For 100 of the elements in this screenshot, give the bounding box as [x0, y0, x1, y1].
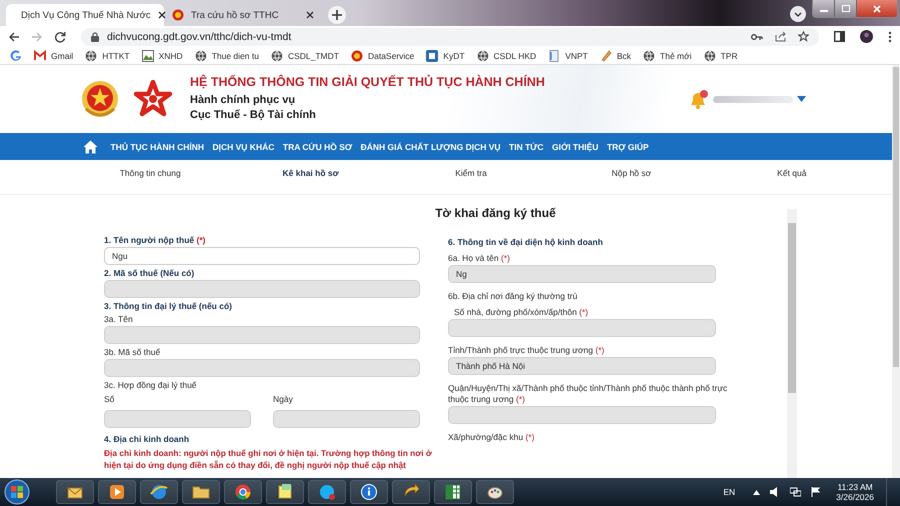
nav-link[interactable]: GIỚI THIỆU	[552, 142, 598, 152]
play-icon[interactable]	[107, 482, 127, 502]
flag-icon[interactable]	[811, 487, 820, 497]
bookmark[interactable]: Thue dien tu	[194, 50, 259, 62]
nav-link[interactable]: TRỢ GIÚP	[606, 142, 649, 152]
chevron-icon[interactable]	[790, 6, 806, 22]
globe-icon	[85, 50, 98, 62]
section-heading: 4. Địa chỉ kinh doanh	[104, 434, 190, 445]
info-icon[interactable]	[359, 482, 379, 502]
form-title: Tờ khai đăng ký thuế	[434, 206, 557, 220]
input-field: Thành phố Hà Nội	[448, 357, 716, 375]
site-title: HỆ THỐNG THÔNG TIN GIẢI QUYẾT THỦ TỤC HÀNH CHÍNH	[190, 75, 546, 89]
step-tab[interactable]: Nộp hồ sơ	[551, 168, 712, 178]
field-label: Xã/phường/đặc khu (*)	[448, 432, 536, 443]
bookmark[interactable]: Bck	[600, 50, 632, 62]
language-indicator[interactable]: EN	[723, 487, 736, 497]
browser-tab[interactable]: Dịch Vụ Công Thuế Nhà Nước	[6, 4, 164, 26]
address-field[interactable]: dichvucong.gdt.gov.vn/tthc/dich-vu-tmdt	[81, 28, 819, 46]
bookmark[interactable]: CSDL_TMDT	[270, 50, 339, 62]
instruction-text: Địa chỉ kinh doanh: người nộp thuế ghi nơi ở hiện tại. Trường hợp thông tin nơi ở hiện tại do ứng dụng điền sẵn có thay đổi, đề nghị người nộp thuế cập nhật	[104, 447, 433, 471]
pen-icon	[600, 50, 612, 62]
bookmark[interactable]: CSDL HKD	[476, 50, 536, 62]
field-label: Tỉnh/Thành phố trực thuộc trung ương (*)	[448, 345, 606, 356]
field-label: Số	[104, 394, 116, 405]
side-panel-icon[interactable]	[834, 31, 845, 42]
start-button[interactable]	[4, 479, 30, 505]
field-label: 3a. Tên	[104, 314, 134, 325]
tray-arrow-icon[interactable]	[753, 490, 760, 494]
emblem-icon	[350, 50, 363, 62]
clock-date[interactable]: 3/26/2026	[836, 492, 874, 502]
browser-tab[interactable]: Tra cứu hồ sơ TTHC	[164, 4, 322, 26]
avatar-icon[interactable]	[860, 30, 873, 43]
image-icon	[142, 50, 154, 62]
network-icon[interactable]	[790, 487, 802, 497]
globe-icon	[194, 50, 207, 62]
menu-icon[interactable]	[888, 30, 892, 42]
star-logo-icon	[134, 80, 172, 118]
key-icon[interactable]	[751, 32, 763, 40]
browser-icon[interactable]	[233, 482, 253, 502]
chat-icon[interactable]	[317, 482, 337, 502]
app-icon	[426, 50, 438, 62]
input-field[interactable]: Ngu	[104, 247, 420, 265]
new-tab-icon[interactable]	[328, 6, 346, 24]
globe-icon	[643, 50, 656, 62]
nav-link[interactable]: DỊCH VỤ KHÁC	[212, 142, 274, 152]
step-tab[interactable]: Kiểm tra	[390, 168, 552, 178]
globe-icon	[704, 50, 716, 62]
maximize-button[interactable]	[835, 0, 857, 17]
field-label: Số nhà, đường phố/xóm/ấp/thôn (*)	[453, 307, 590, 318]
section-heading: 2. Mã số thuế (Nếu có)	[104, 268, 196, 279]
share-icon[interactable]	[775, 31, 786, 42]
bookmark[interactable]: HTTKT	[85, 50, 130, 62]
site-subtitle: Hành chính phục vụ	[190, 93, 296, 108]
nav-link[interactable]: THỦ TỤC HÀNH CHÍNH	[110, 142, 204, 152]
bookmark[interactable]: XNHD	[142, 50, 183, 62]
input-field: Ng	[448, 265, 716, 283]
nav-link[interactable]: TIN TỨC	[509, 142, 544, 152]
globe-icon	[476, 50, 489, 62]
close-button[interactable]	[857, 0, 897, 17]
bookmark[interactable]: KyDT	[426, 50, 465, 62]
globe-icon	[270, 50, 283, 62]
caret-icon[interactable]	[797, 96, 806, 102]
step-tab[interactable]: Kết quả	[712, 168, 872, 178]
document-icon	[548, 50, 560, 62]
bookmark[interactable]: Thẻ mới	[643, 50, 692, 62]
globe-icon[interactable]	[149, 482, 169, 502]
lock-icon	[91, 32, 99, 42]
reload-icon[interactable]	[54, 30, 66, 42]
nav-link[interactable]: ĐÁNH GIÁ CHẤT LƯỢNG DỊCH VỤ	[360, 142, 501, 152]
scrollbar[interactable]	[892, 65, 900, 478]
mail-icon	[34, 50, 46, 62]
field-label: Quận/Huyện/Thị xã/Thành phố thuộc tỉnh/Thành phố thuộc thành phố trực thuộc trung ương (*)	[448, 383, 728, 405]
back-arrow-icon[interactable]	[8, 30, 20, 42]
section-heading: 1. Tên người nộp thuế (*)	[104, 235, 206, 246]
bookmark[interactable]: Gmail	[34, 50, 74, 62]
field-label: Ngày	[273, 394, 294, 405]
close-icon[interactable]	[158, 11, 166, 19]
step-tab[interactable]: Thông tin chung	[70, 168, 230, 178]
emblem-icon	[80, 79, 120, 119]
site-subtitle: Cục Thuế - Bộ Tài chính	[190, 108, 317, 123]
step-tab[interactable]: Kê khai hồ sơ	[230, 168, 391, 178]
field-label: 6a. Họ và tên (*)	[448, 253, 511, 264]
home-icon[interactable]	[83, 140, 98, 154]
star-icon[interactable]	[798, 31, 809, 42]
scrollbar[interactable]	[787, 209, 797, 478]
field-label: 3c. Hợp đồng đại lý thuế	[104, 380, 198, 391]
bookmark[interactable]: DataService	[350, 50, 414, 62]
minimize-button[interactable]	[813, 0, 835, 17]
nav-link[interactable]: TRA CỨU HỒ SƠ	[282, 142, 352, 152]
bookmark[interactable]: VNPT	[548, 50, 588, 62]
bookmark[interactable]: TPR	[704, 50, 738, 62]
close-icon[interactable]	[306, 11, 314, 19]
google-icon[interactable]	[10, 50, 22, 62]
emblem-icon	[172, 9, 184, 21]
section-heading: 3. Thông tin đại lý thuế (nếu có)	[104, 301, 233, 312]
clock-time[interactable]: 11:23 AM	[836, 482, 874, 492]
close-icon	[873, 4, 881, 12]
field-label: 3b. Mã số thuế	[104, 347, 162, 358]
field-label: 6b. Địa chỉ nơi đăng ký thường trú	[448, 291, 578, 302]
spreadsheet-icon[interactable]	[443, 482, 463, 502]
